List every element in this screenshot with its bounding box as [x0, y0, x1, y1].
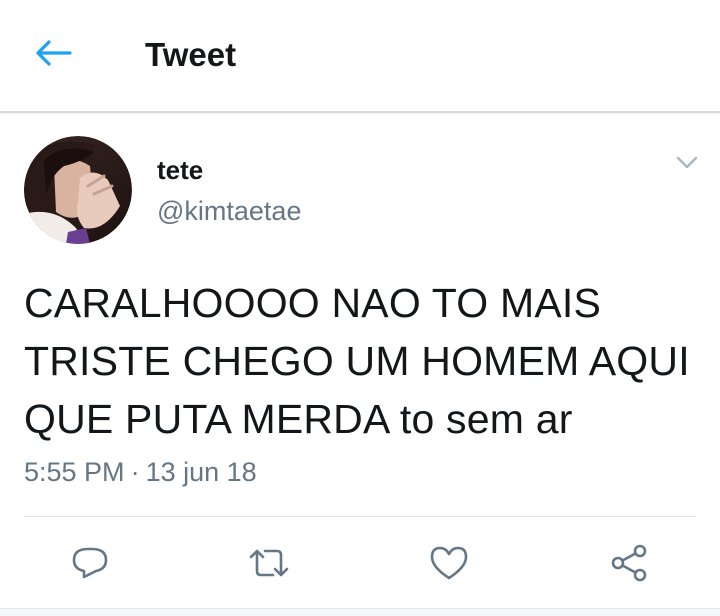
more-options-button[interactable]: [670, 150, 704, 180]
tweet-text-line: CARALHOOOO NAO TO MAIS: [24, 280, 601, 326]
arrow-left-icon: [34, 38, 74, 73]
reply-icon: [70, 543, 110, 588]
tweet-detail-screen: Tweet tete @kimtaetae CARALHOOOO NAO TO …: [0, 0, 720, 616]
share-icon: [608, 543, 650, 588]
share-button[interactable]: [606, 542, 652, 588]
reply-button[interactable]: [67, 542, 113, 588]
page-title: Tweet: [145, 36, 237, 73]
retweet-button[interactable]: [246, 542, 292, 588]
tweet-text-line: QUE PUTA MERDA to sem ar: [24, 396, 573, 442]
avatar[interactable]: [24, 136, 132, 244]
tweet-text-line: TRISTE CHEGO UM HOMEM AQUI: [24, 338, 690, 384]
author-display-name[interactable]: tete: [157, 153, 203, 187]
back-button[interactable]: [26, 30, 82, 80]
tweet-timestamp: 5:55 PM · 13 jun 18: [24, 455, 257, 489]
retweet-icon: [247, 543, 291, 588]
top-bar: Tweet: [0, 0, 720, 113]
action-bar: [0, 530, 720, 600]
tweet-time: 5:55 PM: [24, 457, 125, 487]
heart-icon: [428, 543, 470, 588]
tweet-date: 13 jun 18: [145, 457, 257, 487]
timestamp-separator: ·: [130, 457, 140, 487]
bottom-separator: [0, 608, 720, 616]
author-handle[interactable]: @kimtaetae: [157, 194, 301, 228]
divider: [24, 516, 696, 517]
chevron-down-icon: [676, 156, 698, 175]
tweet-text: CARALHOOOO NAO TO MAIS TRISTE CHEGO UM H…: [24, 274, 714, 448]
like-button[interactable]: [426, 542, 472, 588]
